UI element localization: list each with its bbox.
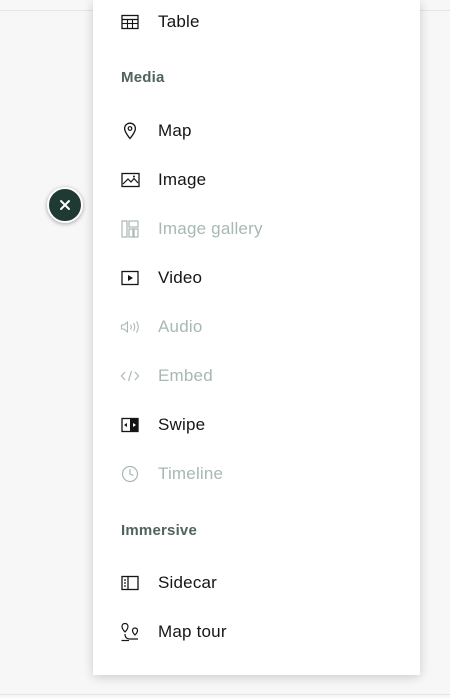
menu-item-label: Swipe	[158, 415, 206, 434]
menu-item-label: Map tour	[158, 622, 227, 641]
menu-item-sidecar[interactable]: Sidecar	[120, 567, 400, 599]
menu-item-label: Video	[158, 268, 203, 287]
map-tour-icon	[120, 622, 140, 642]
embed-icon	[120, 366, 140, 386]
menu-item-audio: Audio	[120, 311, 400, 343]
menu-item-image-gallery: Image gallery	[120, 213, 400, 245]
section-title-immersive: Immersive	[121, 522, 198, 539]
video-icon	[120, 268, 140, 288]
menu-item-map-tour[interactable]: Map tour	[120, 616, 400, 648]
menu-item-swipe[interactable]: Swipe	[120, 409, 400, 441]
sidecar-icon	[120, 573, 140, 593]
menu-item-table[interactable]: Table	[120, 6, 400, 38]
image-gallery-icon	[120, 219, 140, 239]
menu-item-label: Timeline	[158, 464, 224, 483]
table-icon	[120, 12, 140, 32]
section-title-media: Media	[121, 69, 165, 86]
menu-item-label: Image	[158, 170, 207, 189]
swipe-icon	[120, 415, 140, 435]
timeline-icon	[120, 464, 140, 484]
menu-item-label: Image gallery	[158, 219, 263, 238]
close-button[interactable]	[47, 187, 83, 223]
image-icon	[120, 170, 140, 190]
menu-item-embed: Embed	[120, 360, 400, 392]
menu-item-timeline: Timeline	[120, 458, 400, 490]
map-pin-icon	[120, 121, 140, 141]
menu-item-label: Map	[158, 121, 192, 140]
audio-icon	[120, 317, 140, 337]
menu-item-label: Sidecar	[158, 573, 218, 592]
menu-item-label: Audio	[158, 317, 203, 336]
bottom-divider	[0, 694, 450, 695]
close-icon	[60, 200, 70, 210]
menu-item-label: Embed	[158, 366, 213, 385]
menu-item-map[interactable]: Map	[120, 115, 400, 147]
menu-item-label: Table	[158, 12, 200, 31]
menu-item-video[interactable]: Video	[120, 262, 400, 294]
menu-item-image[interactable]: Image	[120, 164, 400, 196]
